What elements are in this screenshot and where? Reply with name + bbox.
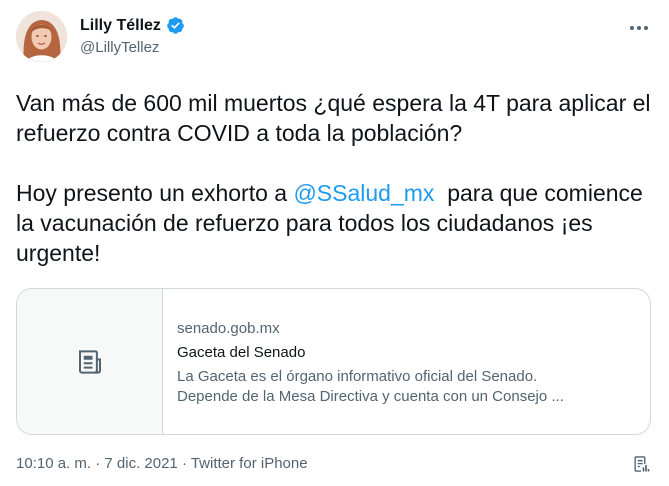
card-description-line-2: Depende de la Mesa Directiva y cuenta co… — [177, 388, 564, 405]
author-display-name[interactable]: Lilly Téllez — [80, 17, 161, 35]
tweet-date[interactable]: 7 dic. 2021 — [104, 455, 177, 472]
more-horizontal-icon — [630, 26, 648, 30]
meta-separator-1: · — [91, 455, 105, 472]
card-description: La Gaceta es el órgano informativo ofici… — [177, 367, 627, 407]
tweet-source[interactable]: Twitter for iPhone — [191, 455, 308, 472]
author-handle[interactable]: @LillyTellez — [80, 39, 185, 56]
card-body: senado.gob.mx Gaceta del Senado La Gacet… — [163, 289, 641, 434]
tweet-time[interactable]: 10:10 a. m. — [16, 455, 91, 472]
avatar[interactable] — [16, 11, 67, 62]
tweet-metadata: 10:10 a. m. · 7 dic. 2021 · Twitter for … — [16, 455, 308, 472]
card-description-line-1: La Gaceta es el órgano informativo ofici… — [177, 368, 538, 385]
author-block: Lilly Téllez @LillyTellez — [80, 16, 185, 56]
card-title: Gaceta del Senado — [177, 344, 306, 361]
tweet-text: Van más de 600 mil muertos ¿qué espera l… — [16, 88, 656, 268]
article-icon — [78, 349, 101, 374]
more-options-button[interactable] — [627, 16, 651, 40]
card-domain: senado.gob.mx — [177, 320, 280, 337]
card-thumbnail — [17, 289, 163, 434]
tweet-paragraph-2-before: Hoy presento un exhorto a — [16, 180, 294, 206]
verified-badge-icon — [167, 17, 184, 34]
meta-separator-2: · — [177, 455, 191, 472]
tweet-paragraph-1: Van más de 600 mil muertos ¿qué espera l… — [16, 90, 651, 146]
link-card[interactable]: senado.gob.mx Gaceta del Senado La Gacet… — [16, 288, 651, 435]
analytics-icon[interactable] — [631, 454, 651, 474]
tweet-paragraph-2: Hoy presento un exhorto a @SSalud_mx par… — [16, 178, 656, 268]
mention-link[interactable]: @SSalud_mx — [293, 180, 434, 206]
avatar-image — [16, 11, 67, 62]
